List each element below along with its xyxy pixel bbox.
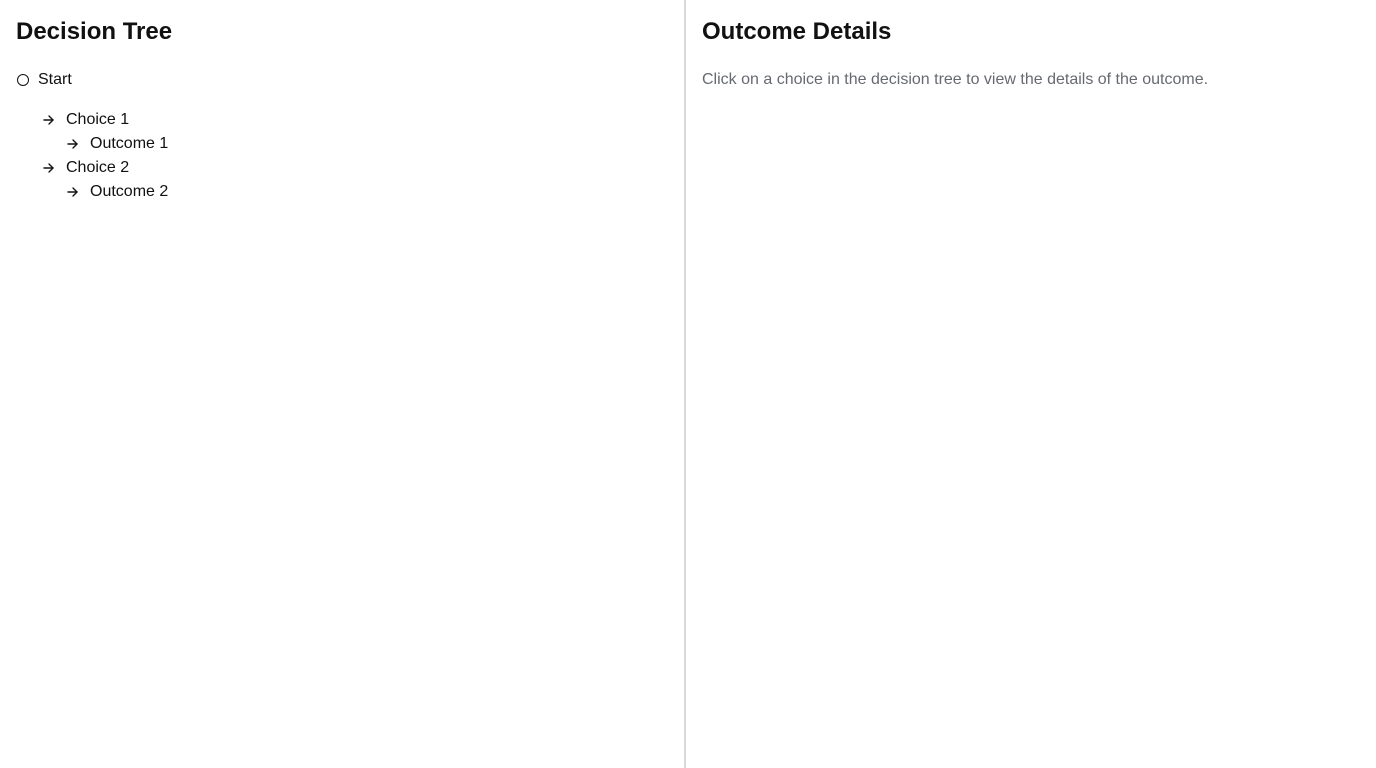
decision-tree-panel: Decision Tree Start Choice 1 Outcome 1 C… [0, 0, 686, 768]
arrow-right-icon [43, 163, 54, 173]
tree-node-label: Start [38, 71, 72, 88]
tree-outcome-2[interactable]: Outcome 2 [16, 180, 668, 204]
tree-choice-1[interactable]: Choice 1 [16, 108, 668, 132]
tree-choice-2[interactable]: Choice 2 [16, 156, 668, 180]
arrow-right-icon [67, 187, 78, 197]
tree-node-label: Choice 2 [66, 159, 130, 176]
arrow-right-icon [67, 139, 78, 149]
decision-tree: Start Choice 1 Outcome 1 Choice 2 Outcom… [16, 68, 668, 204]
outcome-details-title: Outcome Details [702, 18, 892, 45]
tree-node-label: Outcome 1 [90, 135, 169, 152]
tree-node-start[interactable]: Start [16, 68, 668, 92]
outcome-details-placeholder: Click on a choice in the decision tree t… [702, 71, 1209, 88]
decision-tree-title: Decision Tree [16, 18, 173, 45]
arrow-right-icon [43, 115, 54, 125]
outcome-details-panel: Outcome Details Click on a choice in the… [686, 0, 1376, 768]
circle-icon [17, 74, 29, 86]
tree-node-label: Choice 1 [66, 111, 130, 128]
tree-node-label: Outcome 2 [90, 183, 169, 200]
tree-outcome-1[interactable]: Outcome 1 [16, 132, 668, 156]
app-layout: Decision Tree Start Choice 1 Outcome 1 C… [0, 0, 1376, 768]
